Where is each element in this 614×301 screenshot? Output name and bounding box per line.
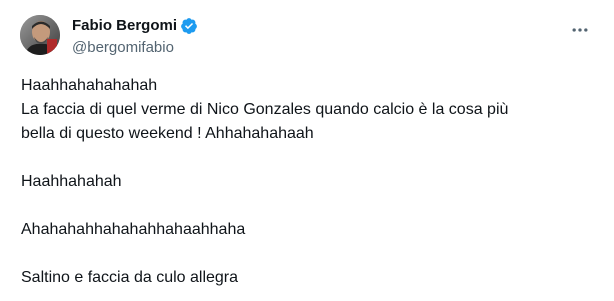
user-handle[interactable]: @bergomifabio <box>72 38 198 58</box>
avatar-image <box>20 15 60 55</box>
tweet-line: bella di questo weekend ! Ahhahahahaah <box>21 125 314 142</box>
name-row: Fabio Bergomi <box>72 15 198 37</box>
avatar[interactable] <box>20 15 60 55</box>
user-info: Fabio Bergomi @bergomifabio <box>72 15 198 59</box>
more-options-button[interactable] <box>568 18 592 42</box>
more-horizontal-icon <box>572 28 588 32</box>
tweet-line: Haahhahahahahah <box>21 77 158 94</box>
tweet-line: Saltino e faccia da culo allegra <box>21 269 239 286</box>
tweet-card[interactable]: Fabio Bergomi @bergomifabio Haahhahahaha… <box>0 0 614 301</box>
verified-badge-icon <box>180 17 198 35</box>
tweet-line: Haahhahahah <box>21 173 122 190</box>
tweet-line: La faccia di quel verme di Nico Gonzales… <box>21 101 509 118</box>
display-name[interactable]: Fabio Bergomi <box>72 16 177 36</box>
tweet-line: Ahahahahhahahahhahaahhaha <box>21 221 246 238</box>
tweet-text: Haahhahahahahah La faccia di quel verme … <box>21 74 597 290</box>
